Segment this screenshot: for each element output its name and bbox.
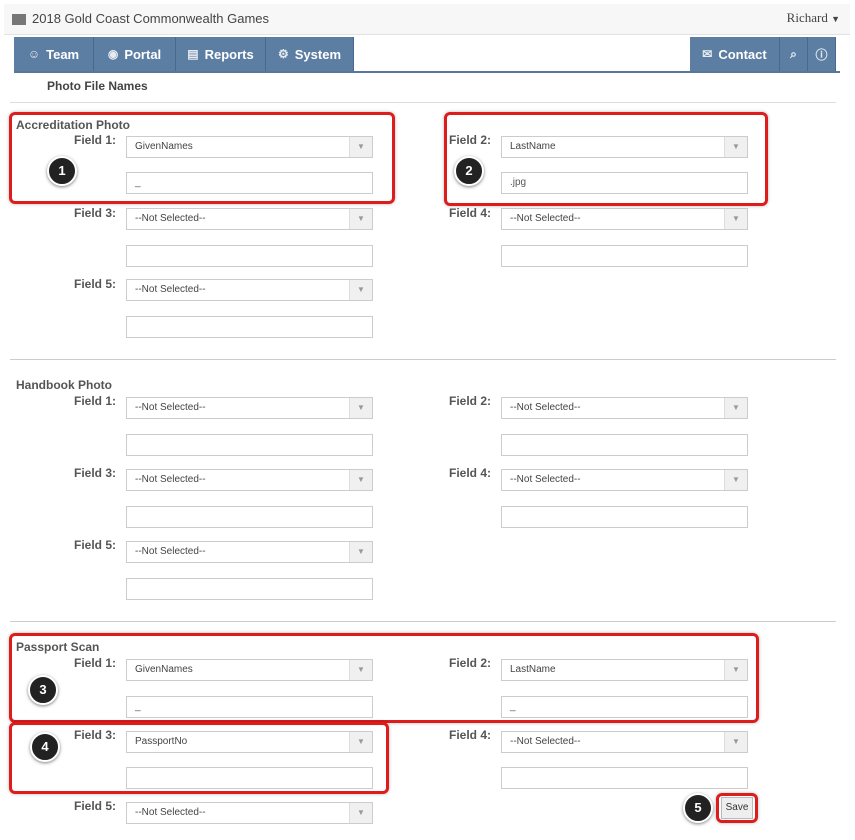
field-label: Field 5: <box>73 538 116 552</box>
field-label: Field 4: <box>448 466 491 480</box>
report-icon: ▤ <box>187 47 199 61</box>
highlight-box <box>444 112 768 206</box>
highlight-box <box>9 633 759 723</box>
title-bar: 2018 Gold Coast Commonwealth Games Richa… <box>4 4 850 35</box>
nav-team[interactable]: ☺ Team <box>14 37 94 71</box>
search-button[interactable]: ⌕ <box>780 37 808 71</box>
divider <box>10 102 836 103</box>
passport-field5-select[interactable]: --Not Selected-- ▼ <box>126 802 373 824</box>
handbook-field1-text[interactable] <box>126 434 373 456</box>
step-badge: 4 <box>30 732 60 762</box>
chevron-down-icon: ▼ <box>349 803 372 823</box>
search-icon: ⌕ <box>790 46 797 61</box>
handbook-field3-select[interactable]: --Not Selected-- ▼ <box>126 469 373 491</box>
highlight-box <box>9 722 389 794</box>
app-icon <box>12 14 26 25</box>
accreditation-field5-select[interactable]: --Not Selected-- ▼ <box>126 279 373 301</box>
handbook-field3-text[interactable] <box>126 506 373 528</box>
chevron-down-icon: ▼ <box>349 209 372 229</box>
help-button[interactable]: ⓘ <box>808 37 836 71</box>
section-tab[interactable]: Photo File Names <box>47 79 148 93</box>
help-icon: ⓘ <box>815 47 828 62</box>
field-label: Field 5: <box>73 277 116 291</box>
chevron-down-icon: ▼ <box>724 209 747 229</box>
handbook-field5-select[interactable]: --Not Selected-- ▼ <box>126 541 373 563</box>
globe-icon: ◉ <box>107 47 119 61</box>
chevron-down-icon: ▼ <box>724 398 747 418</box>
caret-down-icon: ▼ <box>831 14 840 24</box>
nav-bar: ☺ Team ◉ Portal ▤ Reports ⚙ System ✉ Con… <box>14 37 840 73</box>
field-label: Field 2: <box>448 394 491 408</box>
field-label: Field 3: <box>73 466 116 480</box>
nav-portal[interactable]: ◉ Portal <box>94 37 176 71</box>
gear-icon: ⚙ <box>277 47 289 61</box>
accreditation-field4-select[interactable]: --Not Selected-- ▼ <box>501 208 748 230</box>
field-label: Field 4: <box>448 728 491 742</box>
passport-field4-text[interactable] <box>501 767 748 789</box>
handbook-field4-select[interactable]: --Not Selected-- ▼ <box>501 469 748 491</box>
field-label: Field 3: <box>73 206 116 220</box>
group-title-handbook: Handbook Photo <box>16 378 112 392</box>
nav-system[interactable]: ⚙ System <box>266 37 354 71</box>
user-name: Richard <box>786 10 828 25</box>
group-icon: ☺ <box>27 47 41 61</box>
accreditation-field5-text[interactable] <box>126 316 373 338</box>
accreditation-field3-select[interactable]: --Not Selected-- ▼ <box>126 208 373 230</box>
field-label: Field 5: <box>73 799 116 813</box>
mail-icon: ✉ <box>702 47 713 61</box>
highlight-box <box>716 793 758 823</box>
app-title: 2018 Gold Coast Commonwealth Games <box>32 11 270 26</box>
chevron-down-icon: ▼ <box>349 470 372 490</box>
divider <box>10 621 836 622</box>
handbook-field4-text[interactable] <box>501 506 748 528</box>
divider <box>10 359 836 360</box>
user-menu[interactable]: Richard ▼ <box>787 10 840 26</box>
field-label: Field 1: <box>73 394 116 408</box>
field-label: Field 4: <box>448 206 491 220</box>
chevron-down-icon: ▼ <box>724 732 747 752</box>
handbook-field5-text[interactable] <box>126 578 373 600</box>
passport-field4-select[interactable]: --Not Selected-- ▼ <box>501 731 748 753</box>
handbook-field2-select[interactable]: --Not Selected-- ▼ <box>501 397 748 419</box>
chevron-down-icon: ▼ <box>349 280 372 300</box>
step-badge: 2 <box>454 156 484 186</box>
accreditation-field4-text[interactable] <box>501 245 748 267</box>
step-badge: 3 <box>28 675 58 705</box>
chevron-down-icon: ▼ <box>724 470 747 490</box>
handbook-field2-text[interactable] <box>501 434 748 456</box>
nav-reports[interactable]: ▤ Reports <box>176 37 266 71</box>
nav-contact[interactable]: ✉ Contact <box>690 37 780 71</box>
chevron-down-icon: ▼ <box>349 398 372 418</box>
step-badge: 5 <box>683 793 713 823</box>
chevron-down-icon: ▼ <box>349 542 372 562</box>
accreditation-field3-text[interactable] <box>126 245 373 267</box>
step-badge: 1 <box>47 156 77 186</box>
handbook-field1-select[interactable]: --Not Selected-- ▼ <box>126 397 373 419</box>
